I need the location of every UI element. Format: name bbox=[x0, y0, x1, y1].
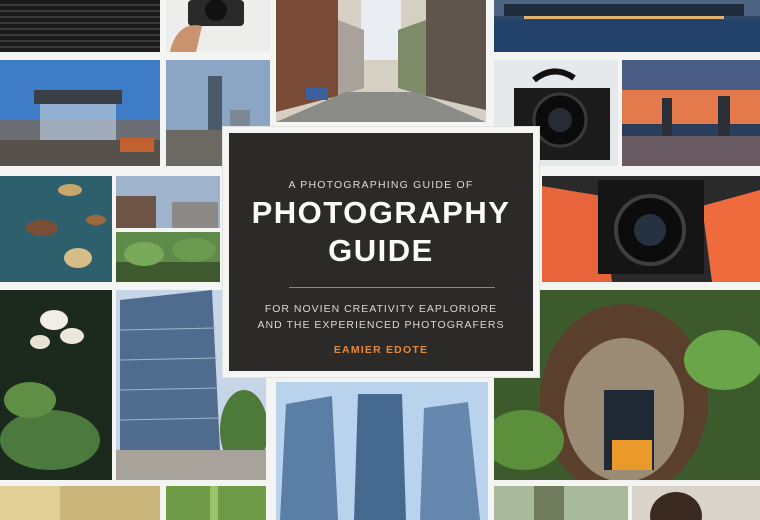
photo-green-reeds bbox=[166, 486, 266, 520]
cover-author: EAMIER EDOTE bbox=[333, 344, 429, 356]
book-cover: A PHOTOGRAPHING GUIDE OF PHOTOGRAPHY GUI… bbox=[223, 127, 539, 377]
photo-white-orchid bbox=[0, 290, 112, 480]
photo-camera-orange bbox=[542, 176, 760, 282]
cover-subtitle-line2: AND THE EXPERIENCED PHOTOGRAFERS bbox=[257, 319, 505, 331]
cover-subtitle-line1: FOR NOVIEN CREATIVITY EAPLORIORE bbox=[264, 303, 498, 315]
photo-striped-texture bbox=[0, 0, 160, 52]
photo-moss-leaves bbox=[0, 176, 112, 282]
photo-sunset-skyline bbox=[622, 60, 760, 166]
photo-golden-grass bbox=[0, 486, 160, 520]
cover-divider bbox=[289, 287, 495, 288]
cover-title-line1: PHOTOGRAPHY bbox=[251, 195, 511, 230]
cover-title-line2: GUIDE bbox=[328, 233, 434, 268]
photo-low-buildings bbox=[116, 176, 220, 228]
photo-trees bbox=[494, 486, 628, 520]
photo-three-skyscrapers bbox=[276, 382, 488, 520]
cover-kicker: A PHOTOGRAPHING GUIDE OF bbox=[288, 179, 474, 191]
photo-hand-camera bbox=[166, 0, 270, 52]
photo-city-street bbox=[276, 0, 486, 122]
photo-modern-pavilion bbox=[0, 60, 160, 166]
photo-green-forest bbox=[116, 232, 220, 282]
book-cover-panel: A PHOTOGRAPHING GUIDE OF PHOTOGRAPHY GUI… bbox=[229, 133, 533, 371]
photo-portrait bbox=[632, 486, 760, 520]
photo-waterfront-dusk bbox=[494, 0, 760, 52]
